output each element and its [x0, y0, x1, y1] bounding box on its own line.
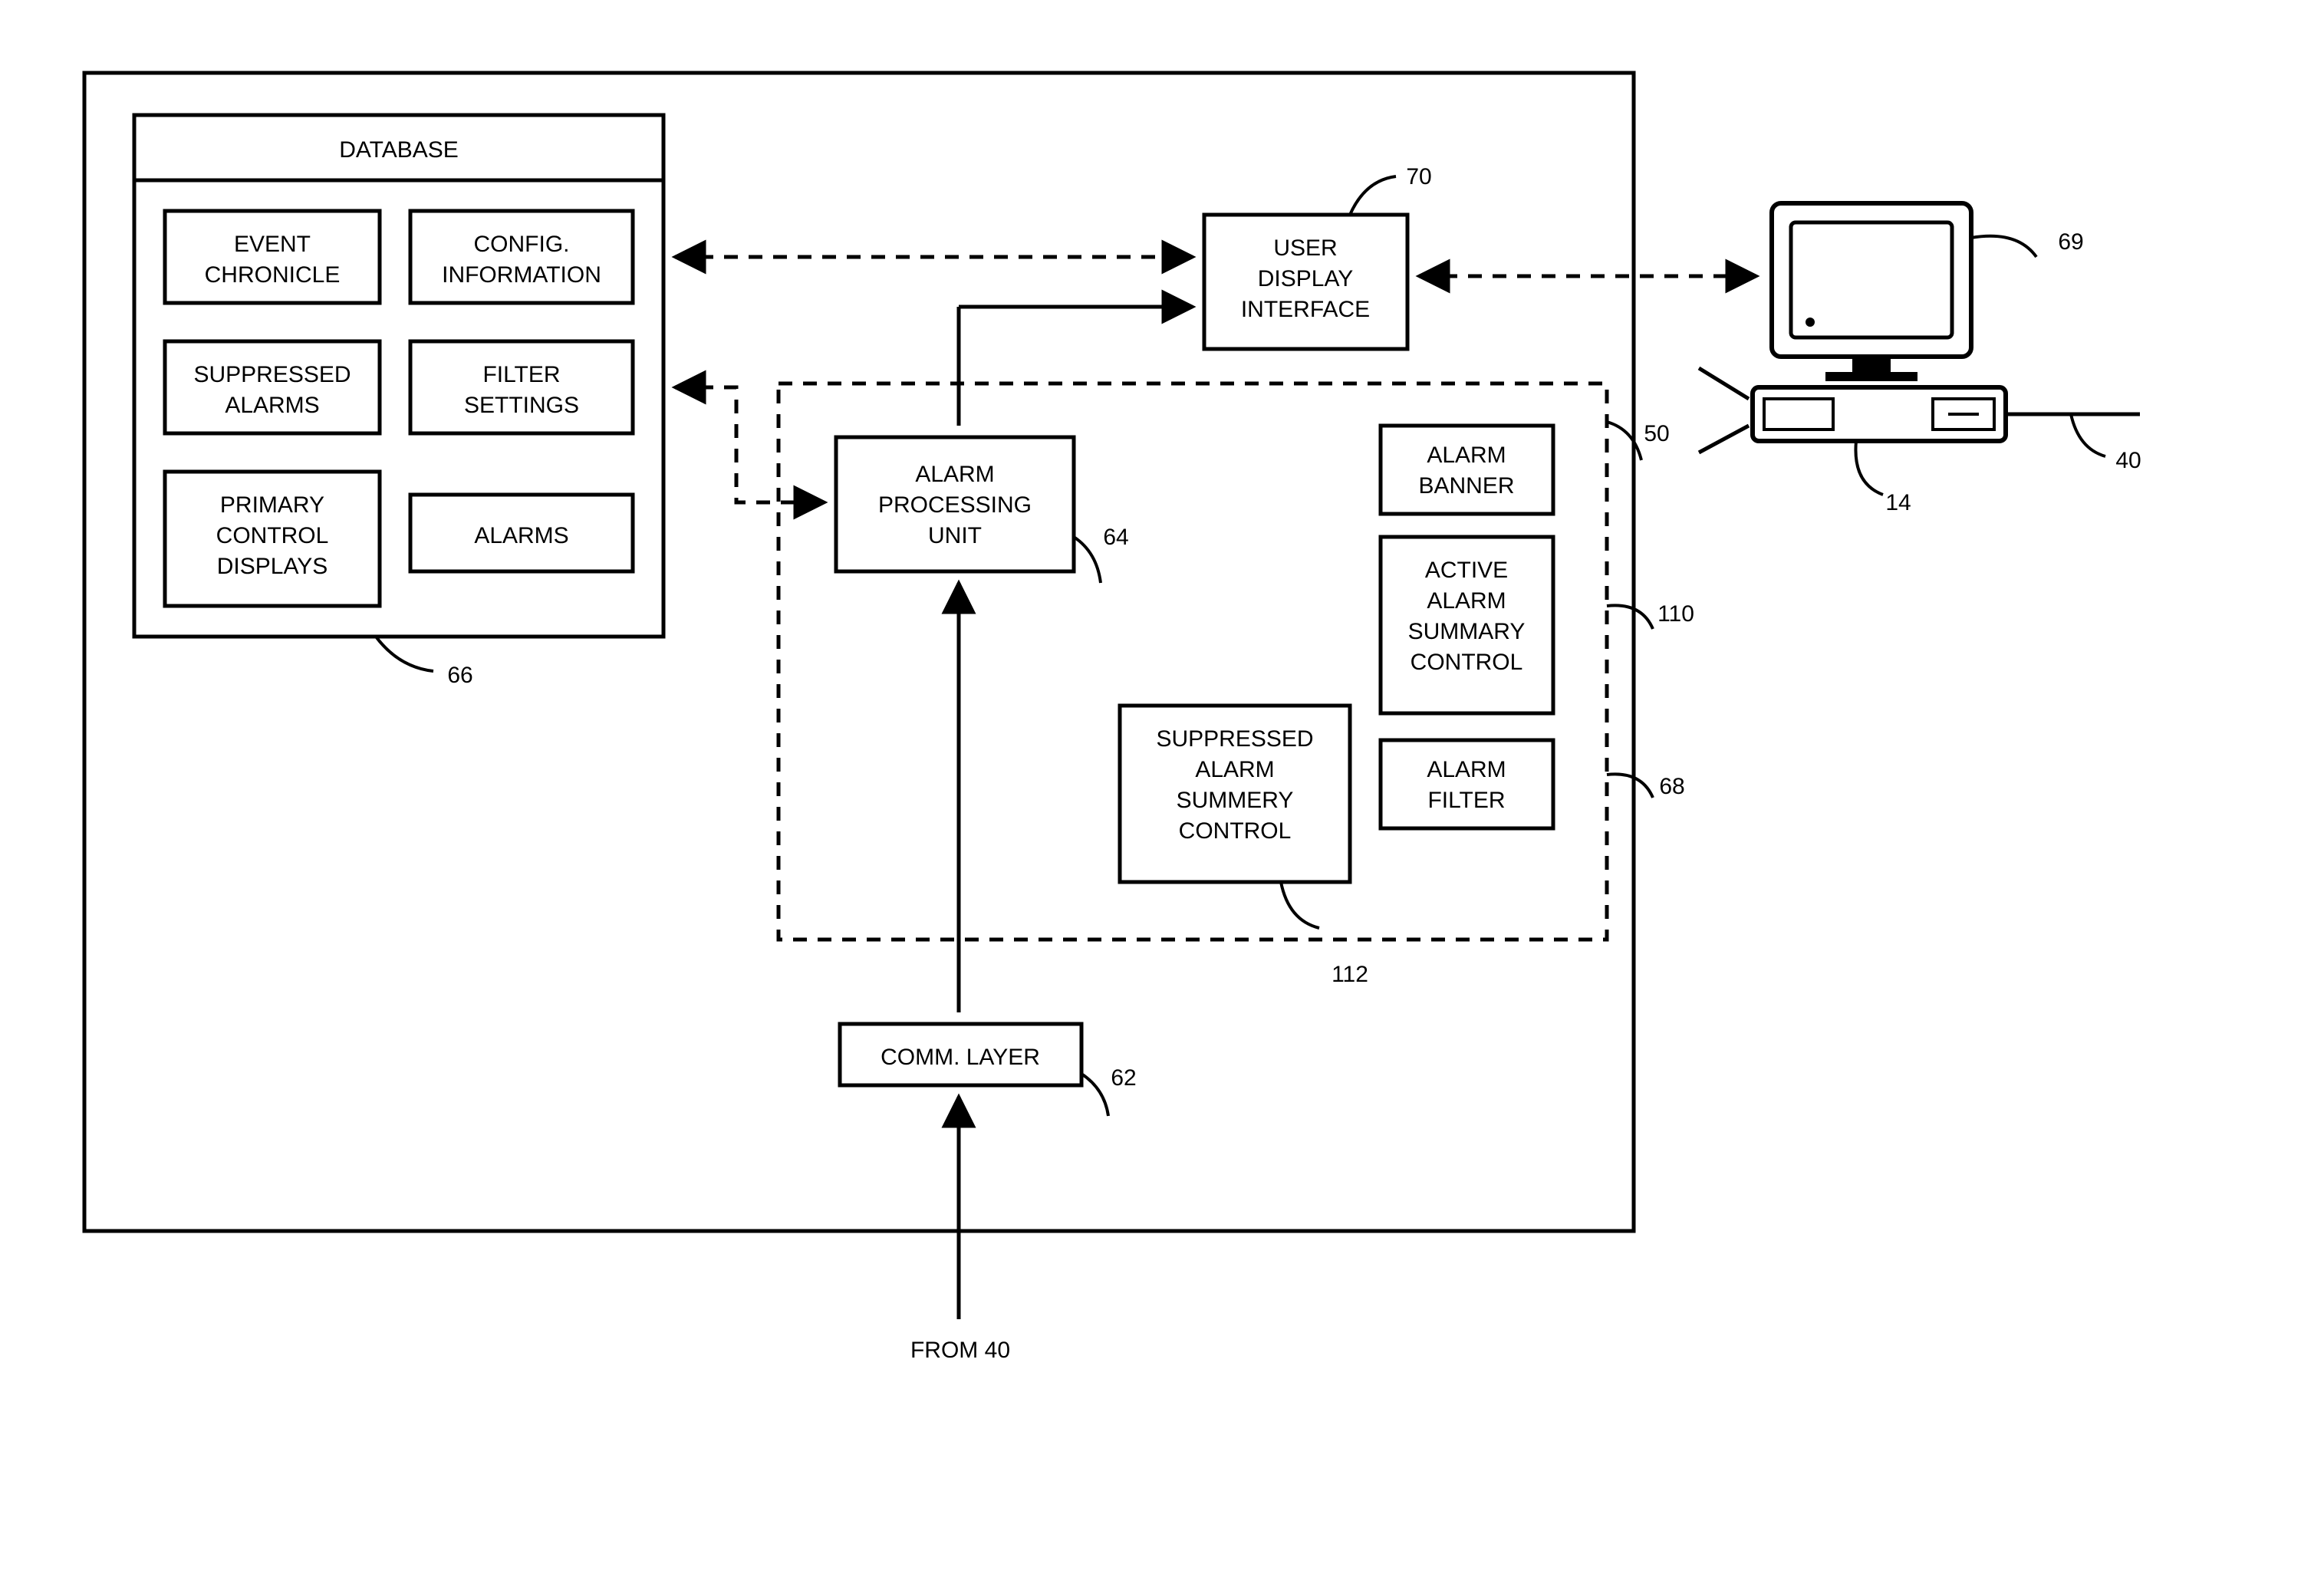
svg-text:FILTER: FILTER [1427, 788, 1505, 813]
db-item-2-line2: ALARMS [225, 393, 319, 418]
arrow-db-apu [675, 387, 825, 502]
db-item-0-line2: CHRONICLE [205, 262, 341, 288]
suppressed-alarm-summery-box: SUPPRESSED ALARM SUMMERY CONTROL [1120, 706, 1350, 882]
tower-ref: 14 [1885, 490, 1911, 515]
svg-text:ALARM: ALARM [1427, 443, 1506, 468]
db-item-4-line1: PRIMARY [220, 492, 324, 518]
net-ref: 40 [2115, 448, 2141, 473]
banner-ref: 50 [1644, 421, 1669, 446]
comm-layer-ref: 62 [1111, 1065, 1136, 1091]
active-alarm-summary-box: ACTIVE ALARM SUMMARY CONTROL [1381, 537, 1553, 713]
alarm-processing-unit-box: ALARM PROCESSING UNIT [836, 437, 1074, 571]
comm-layer-label: COMM. LAYER [881, 1045, 1040, 1070]
suppressed-summery-ref: 112 [1332, 962, 1368, 987]
db-item-1-line1: CONFIG. [474, 232, 570, 257]
svg-text:INTERFACE: INTERFACE [1241, 297, 1370, 322]
db-item-4-line3: DISPLAYS [217, 554, 328, 579]
svg-text:ACTIVE: ACTIVE [1425, 558, 1508, 583]
from-40-label: FROM 40 [910, 1338, 1010, 1363]
db-item-3-line2: SETTINGS [464, 393, 579, 418]
svg-text:ALARM: ALARM [915, 462, 994, 487]
active-summary-ref: 110 [1657, 601, 1694, 627]
alarm-filter-box: ALARM FILTER [1381, 740, 1553, 828]
svg-text:SUMMARY: SUMMARY [1408, 619, 1526, 644]
svg-text:ALARM: ALARM [1195, 757, 1274, 782]
svg-text:CONTROL: CONTROL [1411, 650, 1523, 675]
svg-text:SUMMERY: SUMMERY [1177, 788, 1294, 813]
database-container: DATABASE EVENT CHRONICLE CONFIG. INFORMA… [134, 115, 663, 637]
alarm-banner-box: ALARM BANNER [1381, 426, 1553, 514]
system-boundary [84, 73, 1634, 1231]
db-item-2-line1: SUPPRESSED [193, 362, 351, 387]
db-item-3-line1: FILTER [482, 362, 560, 387]
filter-ref: 68 [1659, 774, 1684, 799]
svg-text:SUPPRESSED: SUPPRESSED [1156, 726, 1313, 752]
svg-text:ALARM: ALARM [1427, 588, 1506, 614]
svg-text:PROCESSING: PROCESSING [878, 492, 1032, 518]
database-ref: 66 [447, 663, 472, 688]
user-display-interface-box: USER DISPLAY INTERFACE [1204, 215, 1407, 349]
db-item-1-line2: INFORMATION [442, 262, 601, 288]
comm-layer-box: COMM. LAYER [840, 1024, 1081, 1085]
db-item-4-line2: CONTROL [216, 523, 329, 548]
svg-text:ALARM: ALARM [1427, 757, 1506, 782]
diagram-root: DATABASE EVENT CHRONICLE CONFIG. INFORMA… [0, 0, 2324, 1593]
svg-text:USER: USER [1273, 235, 1337, 261]
udi-ref: 70 [1406, 164, 1431, 189]
apu-ref: 64 [1103, 525, 1128, 550]
svg-text:DISPLAY: DISPLAY [1258, 266, 1354, 291]
database-title: DATABASE [339, 137, 459, 163]
svg-text:BANNER: BANNER [1418, 473, 1514, 499]
db-item-5: ALARMS [474, 523, 568, 548]
monitor-ref: 69 [2058, 229, 2083, 255]
svg-text:UNIT: UNIT [928, 523, 982, 548]
db-item-0-line1: EVENT [234, 232, 311, 257]
svg-text:CONTROL: CONTROL [1179, 818, 1292, 844]
